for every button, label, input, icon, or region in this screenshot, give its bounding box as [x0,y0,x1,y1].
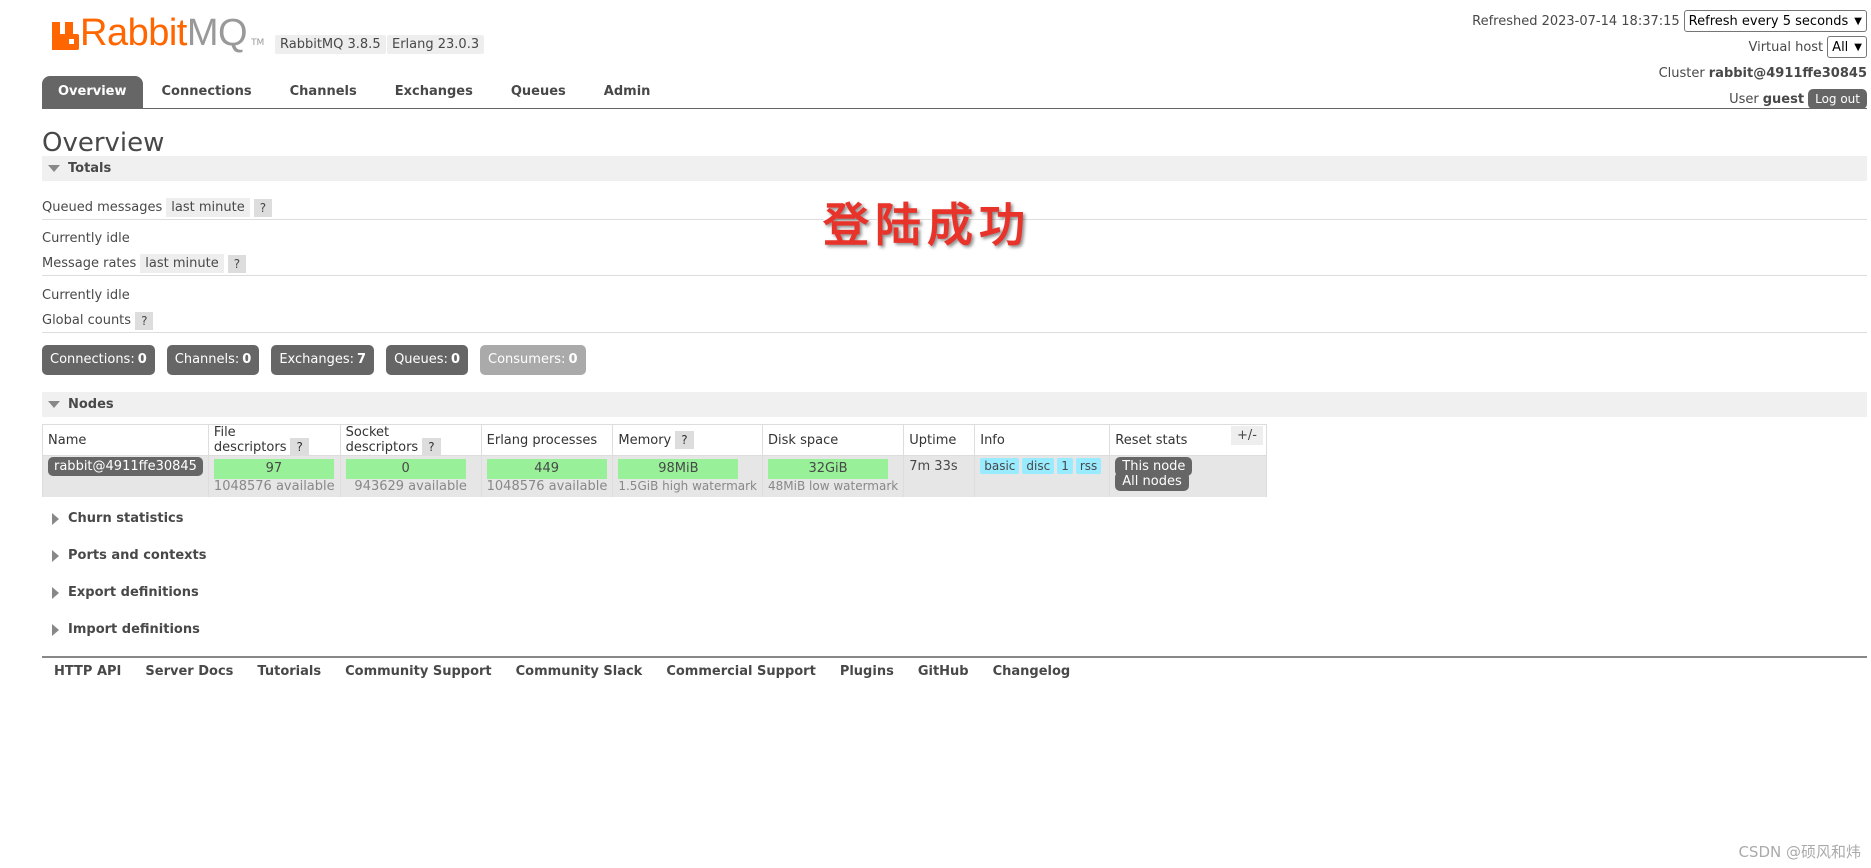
rates-idle-text: Currently idle [42,287,130,303]
erlang-version: Erlang 23.0.3 [387,35,485,54]
footer-github[interactable]: GitHub [918,664,969,679]
global-help-button[interactable]: ? [135,311,154,330]
message-rates-row: Message rates last minute ? [42,252,1867,276]
socket-help-button[interactable]: ? [422,438,441,456]
col-disk-space: Disk space [762,424,905,456]
memory-help-button[interactable]: ? [675,430,694,449]
socket-available: 943629 available [354,479,467,494]
tab-exchanges[interactable]: Exchanges [376,76,492,108]
refresh-select[interactable]: Refresh every 5 seconds ▼ [1683,10,1867,32]
nodes-title: Nodes [68,397,114,412]
memory-watermark: 1.5GiB high watermark [618,479,758,493]
queued-messages-label: Queued messages [42,200,163,215]
info-tag-rss: rss [1075,458,1102,474]
rabbitmq-version: RabbitMQ 3.8.5 [275,35,386,54]
footer-plugins[interactable]: Plugins [840,664,894,679]
chevron-down-icon: ▼ [1854,41,1862,53]
consumers-count-button[interactable]: Consumers: 0 [480,345,586,375]
info-tag-count: 1 [1057,458,1073,474]
column-toggle-button[interactable]: +/- [1231,426,1263,445]
fd-help-button[interactable]: ? [290,438,309,456]
chevron-down-icon: ▼ [1854,15,1862,27]
nodes-table-header: Name File descriptors? Socket descriptor… [42,424,1268,456]
tab-queues[interactable]: Queues [492,76,585,108]
node-name-link[interactable]: rabbit@4911ffe30845 [48,457,203,476]
reset-all-nodes-button[interactable]: All nodes [1115,472,1189,491]
logo-rabbit: Rabbit [80,12,187,54]
disk-watermark: 48MiB low watermark [768,479,899,493]
queued-range-selector[interactable]: last minute [166,198,250,217]
footer-tutorials[interactable]: Tutorials [257,664,321,679]
ports-contexts-section[interactable]: Ports and contexts [42,548,206,563]
footer-server-docs[interactable]: Server Docs [145,664,233,679]
tab-connections[interactable]: Connections [143,76,271,108]
fd-bar: 97 [213,459,334,479]
triangle-down-icon [48,165,60,172]
col-info: Info [974,424,1111,456]
col-name: Name [42,424,209,456]
refreshed-label: Refreshed 2023-07-14 18:37:15 [1472,13,1680,29]
fd-available: 1048576 available [213,479,335,494]
login-success-overlay: 登陆成功 [823,198,1031,252]
col-erlang-processes: Erlang processes [480,424,614,456]
uptime-value: 7m 33s [909,459,958,474]
tab-channels[interactable]: Channels [271,76,376,108]
triangle-right-icon [52,623,59,636]
socket-bar: 0 [345,459,466,479]
rates-range-selector[interactable]: last minute [140,254,224,273]
page-title: Overview [42,128,165,158]
col-socket-descriptors: Socket descriptors? [339,424,482,456]
rabbitmq-logo: RabbitMQ TM [52,14,265,52]
totals-title: Totals [68,161,112,176]
footer-community-slack[interactable]: Community Slack [516,664,643,679]
info-tag-basic: basic [980,458,1020,474]
nodes-section-header[interactable]: Nodes [42,392,1867,417]
global-counts-row: Global counts ? [42,309,1867,333]
info-tag-disc: disc [1022,458,1055,474]
col-memory: Memory? [612,424,764,456]
exchanges-count-button[interactable]: Exchanges: 7 [271,345,375,375]
footer-community-support[interactable]: Community Support [345,664,492,679]
triangle-down-icon [48,401,60,408]
import-definitions-section[interactable]: Import definitions [42,622,200,637]
rates-help-button[interactable]: ? [227,254,247,273]
triangle-right-icon [52,512,59,525]
nodes-table: Name File descriptors? Socket descriptor… [42,424,1268,497]
col-uptime: Uptime [903,424,976,456]
global-counts: Connections: 0 Channels: 0 Exchanges: 7 Que… [42,345,598,375]
memory-bar: 98MiB [618,459,739,479]
erlang-available: 1048576 available [486,479,608,494]
triangle-right-icon [52,586,59,599]
csdn-watermark: CSDN @硕风和炜 [1738,843,1861,861]
channels-count-button[interactable]: Channels: 0 [166,345,260,375]
disk-bar: 32GiB [768,459,889,479]
tab-admin[interactable]: Admin [585,76,670,108]
triangle-right-icon [52,549,59,562]
connections-count-button[interactable]: Connections: 0 [42,345,155,375]
export-definitions-section[interactable]: Export definitions [42,585,199,600]
main-tabs: Overview Connections Channels Exchanges … [42,76,1867,109]
footer-commercial-support[interactable]: Commercial Support [666,664,816,679]
totals-section-header[interactable]: Totals [42,156,1867,181]
message-rates-label: Message rates [42,256,137,271]
global-counts-label: Global counts [42,313,132,328]
rabbitmq-logo-icon [52,22,79,50]
queues-count-button[interactable]: Queues: 0 [386,345,468,375]
table-row: rabbit@4911ffe30845 97 1048576 available… [42,455,1268,497]
footer-http-api[interactable]: HTTP API [54,664,121,679]
erlang-bar: 449 [486,459,607,479]
vhost-label: Virtual host [1748,39,1824,55]
col-file-descriptors: File descriptors? [207,424,341,456]
logo-tm: TM [251,38,265,48]
vhost-select[interactable]: All ▼ [1827,36,1867,58]
logo-mq: MQ [186,12,248,54]
footer-changelog[interactable]: Changelog [993,664,1071,679]
churn-statistics-section[interactable]: Churn statistics [42,511,184,526]
queued-help-button[interactable]: ? [253,198,273,217]
tab-overview[interactable]: Overview [42,76,143,108]
footer-links: HTTP API Server Docs Tutorials Community… [42,656,1867,679]
